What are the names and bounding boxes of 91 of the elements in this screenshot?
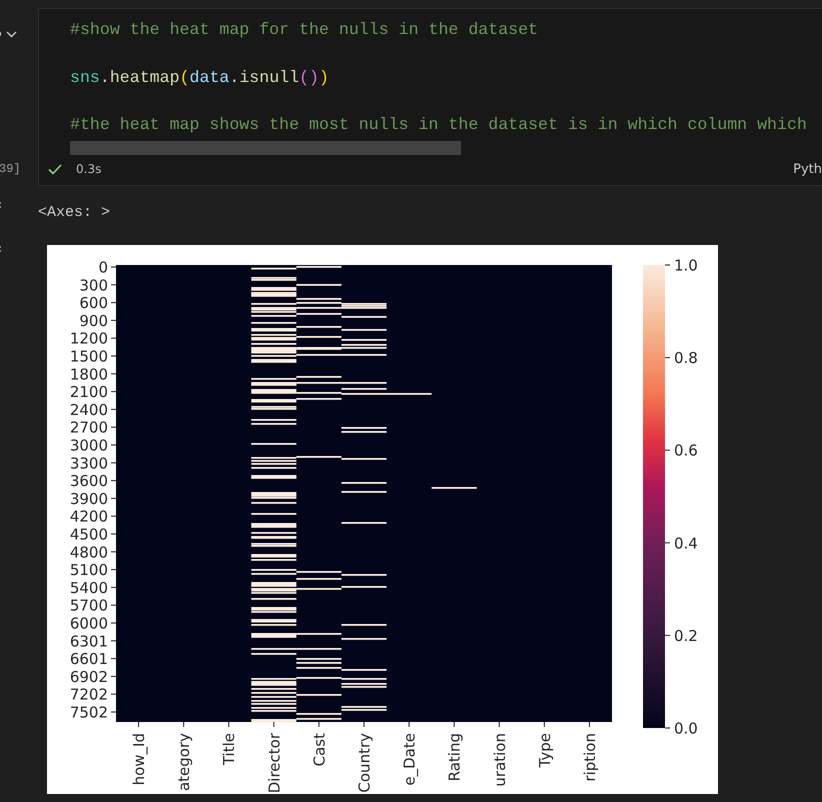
x-tick-label: Director <box>265 733 284 794</box>
axis-tick <box>110 516 116 517</box>
y-tick-label: 1500 <box>70 348 108 366</box>
y-tick-label: 3900 <box>70 490 108 508</box>
y-tick-label: 1800 <box>70 365 108 384</box>
y-tick-label: 3000 <box>70 436 108 454</box>
code-cell[interactable]: #show the heat map for the nulls in the dataset sns.heatmap(data.isnull()) #the heat map shows the most nulls in the dataset is in which column which 0.3s Pyth <box>38 8 822 186</box>
y-tick-label: 5100 <box>70 561 108 580</box>
y-tick-label: 6902 <box>70 668 108 686</box>
y-tick-label: 7202 <box>70 686 108 704</box>
axis-tick <box>588 722 590 728</box>
x-tick-label: Country <box>356 733 374 793</box>
y-tick-label: 300 <box>79 276 108 294</box>
axis-tick <box>318 722 320 728</box>
axis-tick <box>408 722 410 728</box>
axis-tick <box>110 426 116 428</box>
y-tick-label: 4500 <box>70 526 108 544</box>
y-tick-label: 2100 <box>70 383 108 402</box>
x-tick-label: Type <box>536 733 554 768</box>
axis-tick <box>273 722 274 728</box>
axis-tick <box>498 722 500 728</box>
axis-tick <box>228 722 230 728</box>
y-tick-label: 3300 <box>70 454 108 472</box>
x-tick-label: ategory <box>175 733 194 792</box>
y-tick-label: 6301 <box>70 632 108 650</box>
axis-tick <box>664 264 670 266</box>
x-tick-label: Rating <box>446 733 464 782</box>
run-duration: 0.3s <box>76 162 102 176</box>
axis-tick <box>110 586 116 588</box>
axis-tick <box>110 676 116 677</box>
x-tick-label: Title <box>220 733 238 766</box>
x-tick-label: uration <box>490 733 509 787</box>
axis-tick <box>183 722 184 728</box>
axis-tick <box>110 302 116 304</box>
axis-tick <box>110 408 116 410</box>
axis-tick <box>110 391 116 392</box>
colorbar-tick-label: 0.6 <box>674 442 698 460</box>
y-tick-label: 5400 <box>70 578 108 597</box>
y-tick-label: 2700 <box>70 418 108 437</box>
x-tick-label: ription <box>580 733 599 782</box>
axis-tick <box>110 498 116 499</box>
axis-tick <box>110 284 116 286</box>
y-tick-label: 5700 <box>70 596 108 615</box>
axis-tick <box>110 444 116 446</box>
y-tick-label: 6000 <box>70 614 108 632</box>
code-line: #the heat map shows the most nulls in the dataset is in which column which <box>70 114 808 136</box>
axis-tick <box>110 658 116 660</box>
y-tick-label: 1200 <box>70 330 108 348</box>
axis-tick <box>110 462 116 464</box>
code-line: #show the heat map for the nulls in the dataset <box>70 19 540 41</box>
y-tick-label: 4200 <box>70 508 108 526</box>
y-tick-label: 3600 <box>70 472 108 490</box>
colorbar-tick-label: 0.4 <box>674 534 698 552</box>
axis-tick <box>664 542 670 544</box>
axis-tick <box>110 622 116 624</box>
code-line: sns.heatmap(data.isnull()) <box>70 66 330 88</box>
axis-tick <box>110 338 116 339</box>
y-tick-label: 0 <box>98 258 108 276</box>
axis-tick <box>664 357 670 358</box>
axis-tick <box>110 266 116 268</box>
chevron-icon[interactable] <box>6 30 17 38</box>
x-tick-label: Cast <box>310 733 328 766</box>
axis-tick <box>544 722 545 728</box>
colorbar-tick-label: 0.8 <box>674 349 698 368</box>
y-tick-label: 7502 <box>70 704 108 722</box>
axis-tick <box>110 694 116 695</box>
axis-tick <box>110 320 116 321</box>
axis-tick <box>110 569 116 570</box>
y-tick-label: 900 <box>79 312 108 330</box>
axis-tick <box>110 551 116 552</box>
axis-tick <box>110 604 116 606</box>
colorbar-tick-label: 1.0 <box>674 256 698 274</box>
y-tick-label: 600 <box>79 294 108 312</box>
y-tick-label: 4800 <box>70 543 108 562</box>
colorbar-tick-label: 0.2 <box>674 626 698 645</box>
output-text: <Axes: > <box>38 204 112 223</box>
axis-tick <box>110 640 116 642</box>
axis-tick <box>454 722 455 728</box>
axis-tick <box>664 634 670 636</box>
kernel-language[interactable]: Pyth <box>793 162 822 176</box>
y-tick-label: 2400 <box>70 400 108 419</box>
y-tick-label: 6601 <box>70 650 108 668</box>
x-tick-label: e_Date <box>400 733 419 786</box>
execution-count: 39] <box>0 162 22 176</box>
axis-tick <box>110 480 116 482</box>
scrollbar-thumb[interactable] <box>70 141 461 155</box>
axis-tick <box>110 373 116 374</box>
colorbar-tick-label: 0.0 <box>674 720 698 738</box>
axis-tick <box>138 722 140 728</box>
axis-tick <box>664 450 670 451</box>
x-tick-label: how_Id <box>130 733 148 786</box>
